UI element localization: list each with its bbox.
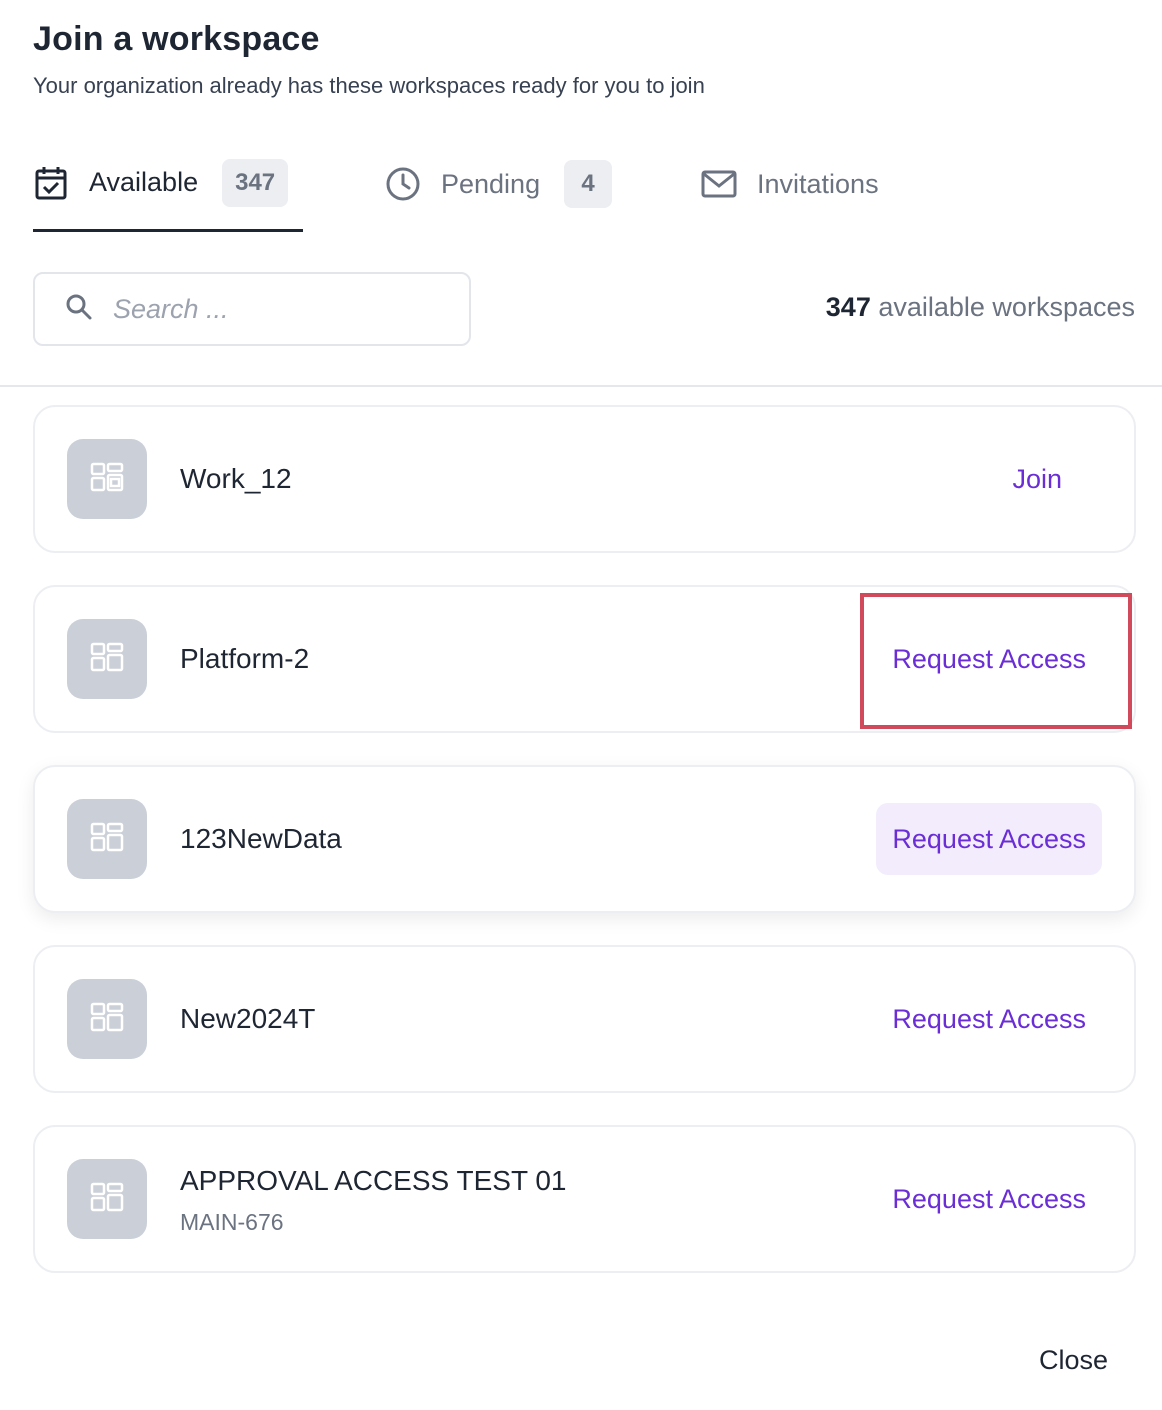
request-access-button[interactable]: Request Access	[876, 803, 1102, 875]
divider	[0, 385, 1162, 387]
workspace-avatar	[67, 439, 147, 519]
workspace-avatar	[67, 979, 147, 1059]
workspace-avatar	[67, 799, 147, 879]
available-count-label: available workspaces	[878, 292, 1135, 322]
tab-pending-count: 4	[564, 160, 613, 208]
clock-icon	[385, 166, 421, 202]
workspace-name: New2024T	[180, 1003, 316, 1034]
workspace-grid-icon	[90, 462, 124, 497]
page-subtitle: Your organization already has these work…	[33, 73, 705, 98]
workspace-grid-icon	[90, 1002, 124, 1037]
workspace-card: Platform-2 Request Access	[33, 585, 1136, 733]
workspace-avatar	[67, 619, 147, 699]
search-box[interactable]	[33, 272, 471, 346]
workspace-name: Platform-2	[180, 643, 310, 674]
tab-invitations-label: Invitations	[757, 168, 879, 199]
workspace-card: APPROVAL ACCESS TEST 01 MAIN-676 Request…	[33, 1125, 1136, 1273]
search-input[interactable]	[113, 293, 433, 325]
tab-available[interactable]: Available 347	[33, 150, 303, 232]
workspace-grid-icon	[90, 822, 124, 857]
tab-pending-label: Pending	[441, 168, 541, 199]
workspace-name: 123NewData	[180, 823, 342, 854]
available-count-number: 347	[825, 292, 871, 322]
mail-icon	[701, 166, 737, 202]
page-title: Join a workspace	[33, 20, 320, 58]
workspace-card: 123NewData Request Access	[33, 765, 1136, 913]
workspace-grid-icon	[90, 1182, 124, 1217]
workspace-card: New2024T Request Access	[33, 945, 1136, 1093]
tab-bar: Available 347 Pending 4 Invitations	[33, 150, 1133, 232]
close-button[interactable]: Close	[1039, 1345, 1108, 1376]
tab-pending[interactable]: Pending 4	[385, 150, 613, 232]
tab-available-count: 347	[222, 158, 289, 207]
workspace-card: Work_12 Join	[33, 405, 1136, 553]
workspace-avatar	[67, 1159, 147, 1239]
tab-invitations[interactable]: Invitations	[701, 150, 879, 232]
workspace-name: APPROVAL ACCESS TEST 01	[180, 1165, 567, 1196]
calendar-check-icon	[33, 165, 69, 201]
tab-available-label: Available	[89, 167, 199, 197]
request-access-button[interactable]: Request Access	[876, 1163, 1102, 1235]
search-icon	[65, 293, 93, 326]
workspace-grid-icon	[90, 642, 124, 677]
available-count-summary: 347 available workspaces	[826, 292, 1135, 323]
join-button[interactable]: Join	[996, 443, 1078, 515]
workspace-name: Work_12	[180, 463, 292, 494]
workspace-key: MAIN-676	[180, 1209, 284, 1235]
request-access-button[interactable]: Request Access	[876, 983, 1102, 1055]
request-access-button[interactable]: Request Access	[876, 623, 1102, 695]
